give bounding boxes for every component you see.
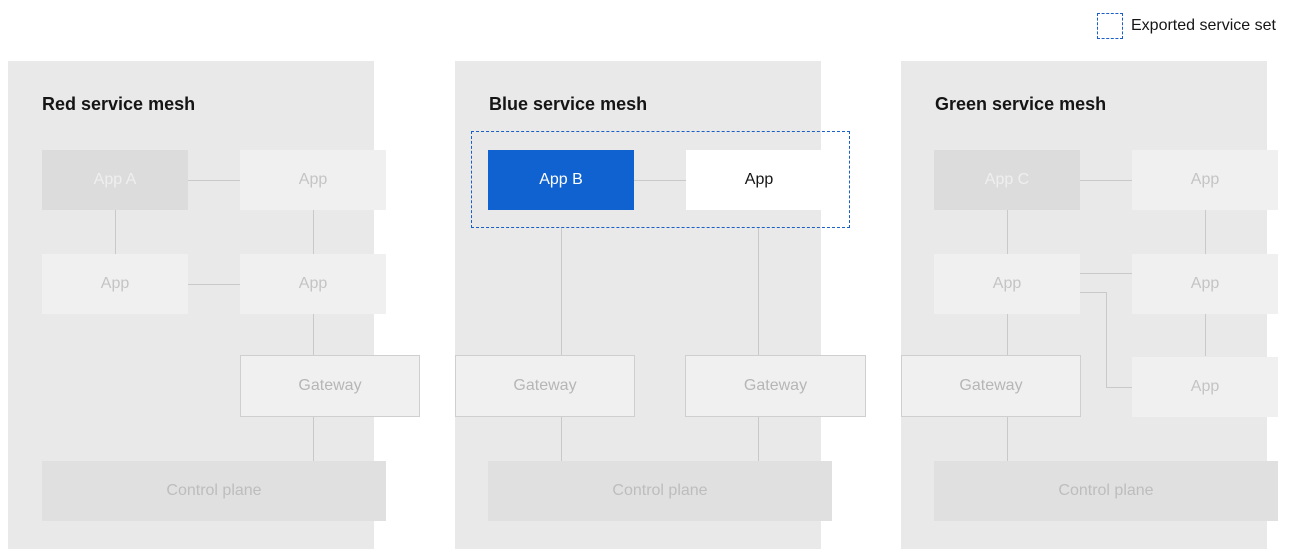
connector-line (313, 416, 314, 461)
app-box: App (240, 150, 386, 210)
connector-line (1205, 314, 1206, 356)
connector-line (561, 416, 562, 461)
green-control-plane-box: Control plane (934, 461, 1278, 521)
connector-line (758, 228, 759, 356)
app-box: App (42, 254, 188, 314)
blue-gateway-right-box: Gateway (685, 355, 866, 417)
connector-line (1007, 210, 1008, 254)
connector-line (115, 210, 116, 254)
connector-line (1080, 292, 1107, 293)
connector-line (188, 284, 240, 285)
app-box: App (1132, 150, 1278, 210)
app-c-box: App C (934, 150, 1080, 210)
legend-label: Exported service set (1131, 17, 1276, 34)
connector-line (1205, 210, 1206, 254)
app-a-box: App A (42, 150, 188, 210)
connector-line (1007, 416, 1008, 461)
app-box: App (934, 254, 1080, 314)
blue-gateway-left-box: Gateway (455, 355, 635, 417)
connector-line (313, 314, 314, 356)
connector-line (758, 416, 759, 461)
green-mesh-title: Green service mesh (935, 94, 1107, 114)
connector-line (1106, 387, 1132, 388)
red-control-plane-box: Control plane (42, 461, 386, 521)
green-gateway-box: Gateway (901, 355, 1081, 417)
red-gateway-box: Gateway (240, 355, 420, 417)
app-box: App (1132, 357, 1278, 417)
connector-line (188, 180, 240, 181)
blue-control-plane-box: Control plane (488, 461, 832, 521)
blue-mesh-title: Blue service mesh (489, 94, 648, 114)
app-box: App (240, 254, 386, 314)
connector-line (561, 228, 562, 356)
connector-line (313, 210, 314, 254)
connector-line (1106, 292, 1107, 388)
connector-line (1080, 273, 1132, 274)
app-box: App (1132, 254, 1278, 314)
exported-service-set-legend-icon (1097, 13, 1123, 39)
connector-line (1007, 314, 1008, 356)
connector-line (1080, 180, 1132, 181)
exported-service-set-boundary (471, 131, 850, 228)
red-mesh-title: Red service mesh (42, 94, 196, 114)
